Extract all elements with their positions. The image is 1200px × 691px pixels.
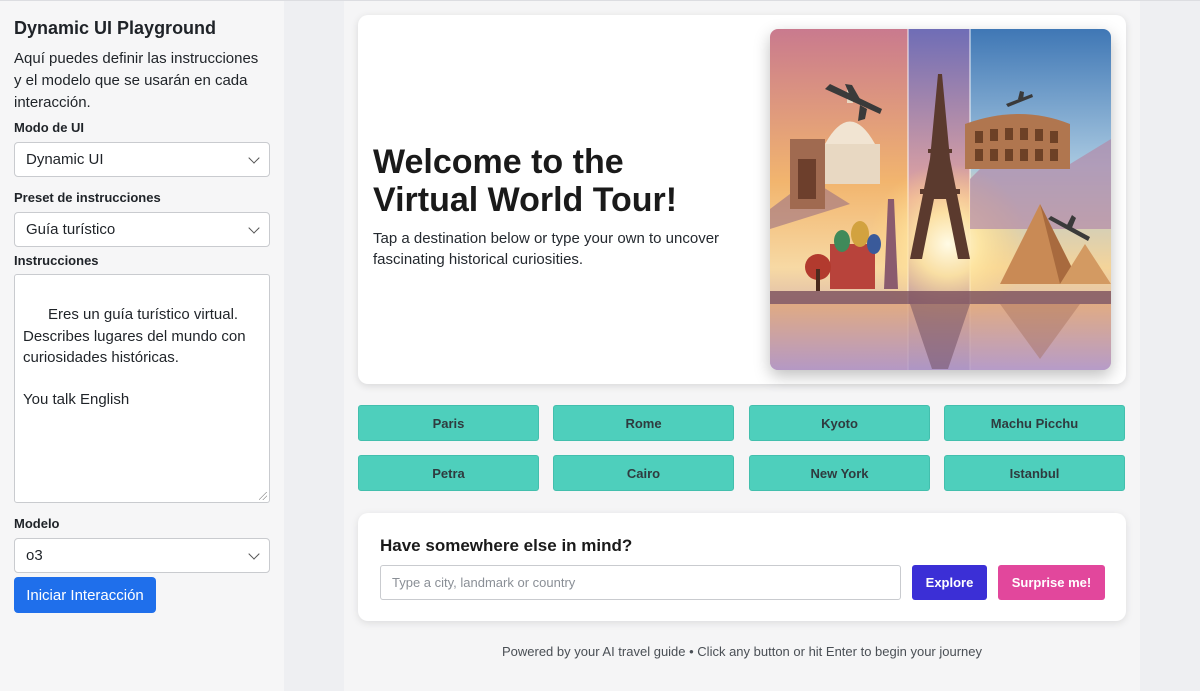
world-landmarks-image [770,29,1111,370]
model-value: o3 [26,547,43,564]
main-content: Welcome to the Virtual World Tour! Tap a… [344,1,1140,691]
destination-button-cairo[interactable]: Cairo [553,455,734,491]
instructions-textarea[interactable]: Eres un guía turístico virtual. Describe… [14,274,270,503]
destination-button-machu-picchu[interactable]: Machu Picchu [944,405,1125,441]
ui-mode-label: Modo de UI [14,120,85,135]
sidebar-title: Dynamic UI Playground [14,18,217,38]
sidebar: Dynamic UI Playground Aquí puedes defini… [0,1,284,691]
preset-value: Guía turístico [26,221,116,238]
destination-button-kyoto[interactable]: Kyoto [749,405,930,441]
preset-label: Preset de instrucciones [14,190,161,205]
explore-button[interactable]: Explore [912,565,987,600]
destination-button-istanbul[interactable]: Istanbul [944,455,1125,491]
model-label: Modelo [14,516,60,531]
custom-destination-title: Have somewhere else in mind? [380,536,633,555]
sidebar-description: Aquí puedes definir las instrucciones y … [14,50,259,111]
hero-card: Welcome to the Virtual World Tour! Tap a… [358,15,1126,384]
hero-title: Welcome to the Virtual World Tour! [373,143,678,219]
destination-search-input[interactable]: Type a city, landmark or country [380,565,901,600]
surprise-me-button[interactable]: Surprise me! [998,565,1105,600]
ui-mode-value: Dynamic UI [26,151,104,168]
preset-group: Preset de instrucciones Guía turístico [14,190,270,247]
chevron-down-icon [248,151,260,164]
chevron-down-icon [248,221,260,234]
model-select[interactable]: o3 [14,538,270,573]
footer-text: Powered by your AI travel guide • Click … [501,644,983,659]
custom-destination-card: Have somewhere else in mind? Type a city… [358,513,1126,621]
ui-mode-select[interactable]: Dynamic UI [14,142,270,177]
destination-button-new-york[interactable]: New York [749,455,930,491]
instructions-group: Instrucciones Eres un guía turístico vir… [14,253,270,503]
resize-grip-icon[interactable] [259,492,267,500]
start-interaction-button[interactable]: Iniciar Interacción [14,577,156,613]
destination-button-petra[interactable]: Petra [358,455,539,491]
hero-subtitle: Tap a destination below or type your own… [373,230,720,268]
instructions-label: Instrucciones [14,253,99,268]
chevron-down-icon [248,547,260,560]
instructions-text: Eres un guía turístico virtual. Describe… [23,306,246,409]
destination-button-paris[interactable]: Paris [358,405,539,441]
destination-button-rome[interactable]: Rome [553,405,734,441]
ui-mode-group: Modo de UI Dynamic UI [14,120,270,177]
model-group: Modelo o3 [14,516,270,573]
preset-select[interactable]: Guía turístico [14,212,270,247]
